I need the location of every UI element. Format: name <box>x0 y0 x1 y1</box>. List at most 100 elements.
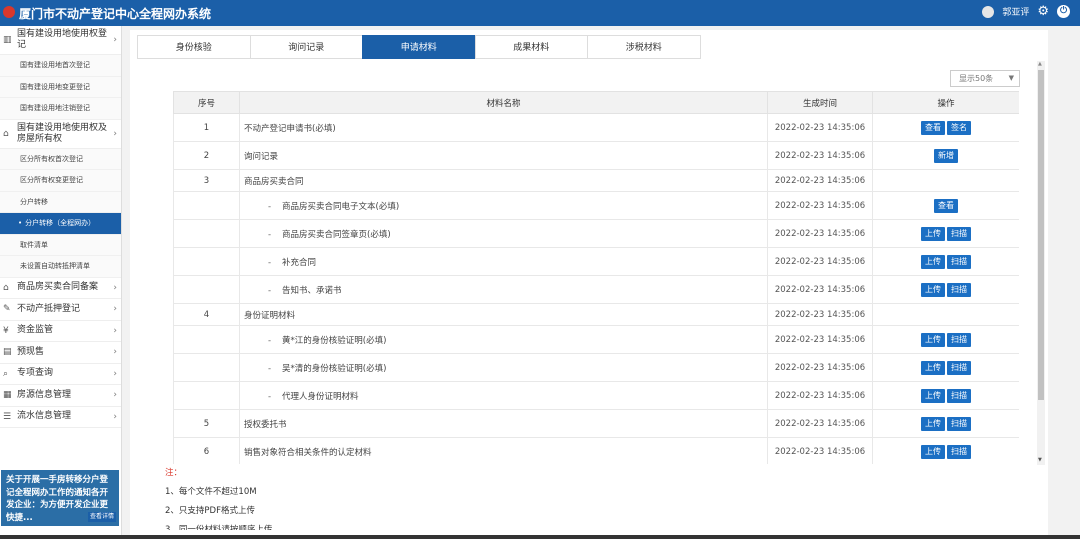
row-name: 补充合同 <box>282 257 317 268</box>
sidebar-group[interactable]: ▥ 国有建设用地使用权登记 › <box>0 26 121 55</box>
page-size-label: 显示50条 <box>959 74 994 83</box>
row-name: 吴*清的身份核验证明(必填) <box>282 363 387 374</box>
row-name-cell: - 补充合同 <box>239 247 768 276</box>
tab-0[interactable]: 身份核验 <box>137 35 251 59</box>
chevron-right-icon: › <box>113 368 117 379</box>
op-button[interactable]: 上传 <box>921 282 945 297</box>
row-time: 2022-02-23 14:35:06 <box>767 409 873 438</box>
avatar-icon[interactable] <box>982 5 995 18</box>
sidebar-subitem[interactable]: 国有建设用地首次登记 <box>0 55 121 77</box>
op-button[interactable]: 扫描 <box>947 388 971 403</box>
sidebar-group[interactable]: ⌂ 商品房买卖合同备案 › <box>0 278 121 299</box>
page-size-select[interactable]: 显示50条 ▼ <box>950 70 1020 87</box>
list-icon: ☰ <box>3 411 12 422</box>
chevron-right-icon: › <box>113 411 117 422</box>
notice-more-button[interactable]: 查看详情 <box>87 512 116 522</box>
sidebar-subitem[interactable]: 未设置自动转抵押清单 <box>0 256 121 278</box>
materials-table-container: 序号 材料名称 生成时间 操作 1 不动产登记申请书(必填) 2022-02-23 … <box>173 91 1019 464</box>
op-button[interactable]: 扫描 <box>947 360 971 375</box>
op-button[interactable]: 扫描 <box>947 282 971 297</box>
user-name[interactable]: 郭亚评 <box>1002 5 1029 18</box>
sidebar-group[interactable]: ⌂ 国有建设用地使用权及房屋所有权 › <box>0 120 121 149</box>
sidebar-group-label: 不动产抵押登记 <box>17 303 81 314</box>
sidebar-subitem[interactable]: 取件清单 <box>0 234 121 256</box>
op-button[interactable]: 扫描 <box>947 332 971 347</box>
sidebar-subitem[interactable]: 国有建设用地变更登记 <box>0 76 121 98</box>
row-ops: 查看 签名 <box>872 113 1019 142</box>
sidebar-subitem[interactable]: 国有建设用地注销登记 <box>0 98 121 120</box>
sidebar-group[interactable]: ✎ 不动产抵押登记 › <box>0 299 121 321</box>
scroll-up-icon[interactable]: ▲ <box>1038 61 1042 67</box>
table-row: - 商品房买卖合同签章页(必填) 2022-02-23 14:35:06 上传 扫描 <box>173 219 1019 248</box>
row-no: 3 <box>173 169 240 192</box>
header-ops: 操作 <box>872 91 1019 114</box>
materials-table: 序号 材料名称 生成时间 操作 1 不动产登记申请书(必填) 2022-02-23 … <box>173 91 1019 464</box>
row-name: 黄*江的身份核验证明(必填) <box>282 335 387 346</box>
op-button[interactable]: 上传 <box>921 388 945 403</box>
edit-icon: ✎ <box>3 304 11 315</box>
gear-icon[interactable]: ⚙ <box>1037 5 1049 18</box>
sidebar-subitem[interactable]: 分户转移（全程网办） <box>0 213 121 235</box>
app-title: 厦门市不动产登记中心全程网办系统 <box>19 7 212 21</box>
row-time: 2022-02-23 14:35:06 <box>767 325 873 354</box>
sidebar-group[interactable]: ▦ 房源信息管理 › <box>0 385 121 407</box>
op-button[interactable]: 上传 <box>921 416 945 431</box>
op-button[interactable]: 上传 <box>921 254 945 269</box>
header-name: 材料名称 <box>239 91 768 114</box>
tab-3[interactable]: 成果材料 <box>474 35 588 59</box>
op-button[interactable]: 扫描 <box>947 226 971 241</box>
table-row: 5 授权委托书 2022-02-23 14:35:06 上传 扫描 <box>173 409 1019 438</box>
op-button[interactable]: 扫描 <box>947 416 971 431</box>
op-button[interactable]: 上传 <box>921 444 945 459</box>
row-name-cell: - 吴*清的身份核验证明(必填) <box>239 353 768 382</box>
row-time: 2022-02-23 14:35:06 <box>767 275 873 304</box>
row-name-cell: - 黄*江的身份核验证明(必填) <box>239 325 768 354</box>
sidebar-group-label: 国有建设用地使用权登记 <box>17 29 108 50</box>
row-no: 1 <box>173 113 240 142</box>
power-icon[interactable]: ⏻ <box>1057 5 1070 18</box>
tab-1[interactable]: 询问记录 <box>249 35 363 59</box>
table-row: - 吴*清的身份核验证明(必填) 2022-02-23 14:35:06 上传 扫描 <box>173 353 1019 382</box>
sidebar-group[interactable]: ☰ 流水信息管理 › <box>0 407 121 428</box>
row-no <box>173 247 240 276</box>
row-name: 授权委托书 <box>244 419 287 430</box>
tab-2[interactable]: 申请材料 <box>362 35 476 59</box>
chevron-right-icon: › <box>113 390 117 401</box>
sidebar-group-label: 专项查询 <box>17 368 54 379</box>
search-icon: ⌕ <box>3 368 9 379</box>
op-button[interactable]: 查看 <box>921 120 945 135</box>
op-button[interactable]: 查看 <box>934 198 958 213</box>
sidebar-subitem[interactable]: 区分所有权首次登记 <box>0 148 121 170</box>
sidebar-group-label: 预现售 <box>17 346 45 357</box>
op-button[interactable]: 新增 <box>934 148 958 163</box>
row-no <box>173 353 240 382</box>
main-panel: 身份核验 询问记录 申请材料 成果材料 涉税材料 显示50条 ▼ ▲ ▼ 序号 材料名称… <box>130 30 1048 539</box>
row-name-cell: 授权委托书 <box>239 409 768 438</box>
row-ops: 上传 扫描 <box>872 247 1019 276</box>
row-name-cell: - 代理人身份证明材料 <box>239 381 768 410</box>
scroll-down-icon[interactable]: ▼ <box>1038 457 1042 463</box>
op-button[interactable]: 扫描 <box>947 254 971 269</box>
op-button[interactable]: 上传 <box>921 226 945 241</box>
op-button[interactable]: 上传 <box>921 332 945 347</box>
chevron-right-icon: › <box>113 304 117 315</box>
scrollbar-thumb[interactable] <box>1038 70 1044 400</box>
op-button[interactable]: 签名 <box>947 120 971 135</box>
header-time: 生成时间 <box>767 91 873 114</box>
table-row: 3 商品房买卖合同 2022-02-23 14:35:06 <box>173 169 1019 192</box>
row-name-cell: 商品房买卖合同 <box>239 169 768 192</box>
tab-4[interactable]: 涉税材料 <box>587 35 701 59</box>
row-ops: 上传 扫描 <box>872 381 1019 410</box>
notice-banner[interactable]: 关于开展一手房转移分户登记全程网办工作的通知各开发企业：为方便开发企业更快捷..… <box>1 470 119 526</box>
row-ops: 上传 扫描 <box>872 353 1019 382</box>
sidebar-group[interactable]: ⌕ 专项查询 › <box>0 364 121 385</box>
tab-bar: 身份核验 询问记录 申请材料 成果材料 涉税材料 <box>137 35 701 59</box>
sidebar-group[interactable]: ¥ 资金监管 › <box>0 321 121 342</box>
row-name: 询问记录 <box>244 151 279 162</box>
sidebar-subitem[interactable]: 区分所有权变更登记 <box>0 170 121 192</box>
op-button[interactable]: 上传 <box>921 360 945 375</box>
sidebar-group[interactable]: ▤ 预现售 › <box>0 342 121 364</box>
row-name-cell: 询问记录 <box>239 141 768 170</box>
op-button[interactable]: 扫描 <box>947 444 971 459</box>
sidebar-subitem[interactable]: 分户转移 <box>0 191 121 213</box>
